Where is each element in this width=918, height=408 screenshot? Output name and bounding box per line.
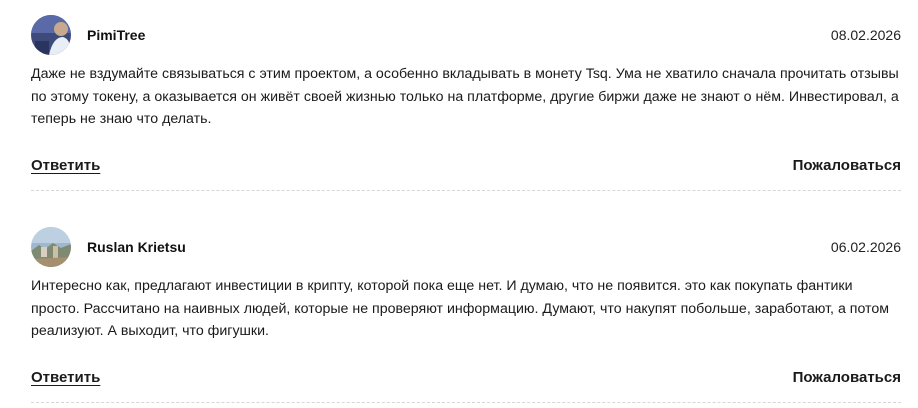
comment-text: Интересно как, предлагают инвестиции в к… (31, 278, 890, 340)
comment: PimiTree 08.02.2026 Даже не вздумайте св… (0, 15, 918, 195)
comment-text: Даже не вздумайте связываться с этим про… (31, 66, 899, 128)
comment-actions: Ответить Пожаловаться (31, 368, 901, 390)
comment-header: Ruslan Krietsu 06.02.2026 (31, 227, 901, 267)
reply-link[interactable]: Ответить (31, 368, 100, 388)
comment: Ruslan Krietsu 06.02.2026 Интересно как,… (0, 227, 918, 408)
author-name[interactable]: PimiTree (87, 27, 145, 43)
report-link[interactable]: Пожаловаться (793, 156, 901, 176)
comment-actions: Ответить Пожаловаться (31, 156, 901, 178)
comment-divider (31, 190, 901, 191)
avatar[interactable] (31, 15, 71, 55)
comment-date: 08.02.2026 (830, 27, 901, 43)
comment-date: 06.02.2026 (830, 239, 901, 255)
avatar-photo-landscape-icon (31, 227, 71, 267)
comment-header: PimiTree 08.02.2026 (31, 15, 901, 55)
avatar-photo-person-icon (31, 15, 71, 55)
reply-link[interactable]: Ответить (31, 156, 100, 176)
comment-list: PimiTree 08.02.2026 Даже не вздумайте св… (0, 0, 918, 408)
report-link[interactable]: Пожаловаться (793, 368, 901, 388)
author-name[interactable]: Ruslan Krietsu (87, 239, 186, 255)
comment-divider (31, 402, 901, 403)
avatar[interactable] (31, 227, 71, 267)
